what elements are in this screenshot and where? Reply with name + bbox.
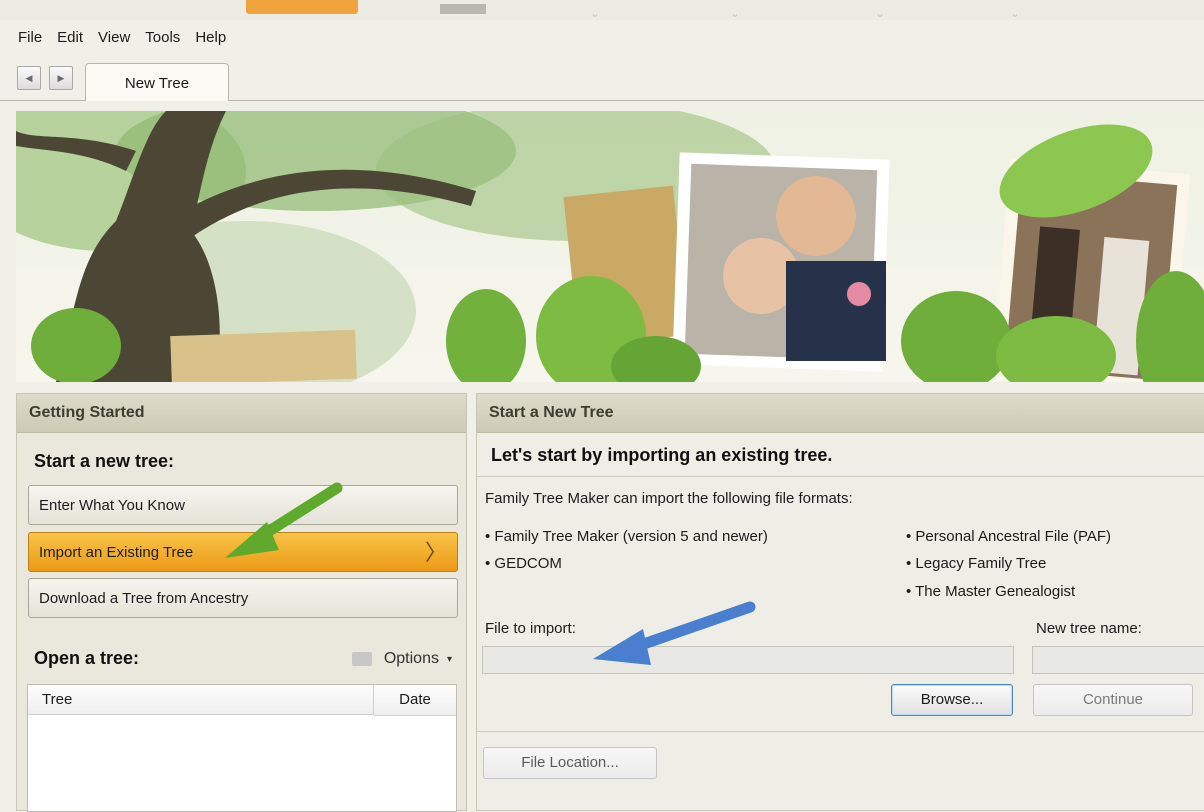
column-header-date[interactable]: Date <box>374 685 456 716</box>
format-item: • Legacy Family Tree <box>906 555 1047 572</box>
option-label: Import an Existing Tree <box>39 544 194 561</box>
tab-bar: ◀ ▶ New Tree <box>0 60 1204 101</box>
divider <box>477 731 1204 732</box>
title-strip: ⌄ ⌄ ⌄ ⌄ <box>0 0 1204 20</box>
menu-help[interactable]: Help <box>187 27 233 49</box>
import-lead-text: Let's start by importing an existing tre… <box>491 445 833 465</box>
tree-list-table: Tree Date <box>27 684 457 812</box>
getting-started-header: Getting Started <box>17 394 466 433</box>
forward-arrow-icon: ▶ <box>57 73 65 83</box>
formats-intro: Family Tree Maker can import the followi… <box>485 490 853 507</box>
format-item: • The Master Genealogist <box>906 583 1076 600</box>
options-menu[interactable]: Options ▾ <box>351 650 452 668</box>
open-tree-heading: Open a tree: <box>34 648 140 668</box>
continue-button[interactable]: Continue <box>1033 684 1193 716</box>
menu-edit[interactable]: Edit <box>49 27 90 49</box>
app-tab-orange[interactable] <box>246 0 358 14</box>
new-tree-name-input[interactable] <box>1032 646 1204 674</box>
enter-what-you-know-button[interactable]: Enter What You Know <box>28 485 458 525</box>
option-label: Download a Tree from Ancestry <box>39 590 249 607</box>
menu-tools[interactable]: Tools <box>137 27 187 49</box>
folder-icon <box>351 652 372 666</box>
download-tree-from-ancestry-button[interactable]: Download a Tree from Ancestry <box>28 578 458 618</box>
file-location-button[interactable]: File Location... <box>483 747 657 779</box>
format-item: • GEDCOM <box>485 555 562 572</box>
chevron-icon: ⌄ <box>590 6 601 20</box>
chevron-icon: ⌄ <box>875 6 886 20</box>
browse-button[interactable]: Browse... <box>891 684 1013 716</box>
dropdown-arrow-icon: ▾ <box>446 653 452 665</box>
back-arrow-icon: ◀ <box>25 73 33 83</box>
divider <box>477 476 1204 477</box>
hero-banner <box>16 111 1204 382</box>
start-new-tree-panel: Start a New Tree Let's start by importin… <box>476 393 1204 811</box>
chevron-right-icon: 〉 <box>424 540 447 565</box>
import-existing-tree-button[interactable]: Import an Existing Tree 〉 <box>28 532 458 572</box>
start-new-tree-header: Start a New Tree <box>477 394 1204 433</box>
hero-illustration <box>16 111 1204 382</box>
option-label: Enter What You Know <box>39 497 185 514</box>
chevron-icon: ⌄ <box>1010 6 1021 20</box>
back-button[interactable]: ◀ <box>17 66 41 90</box>
format-item: • Personal Ancestral File (PAF) <box>906 528 1112 545</box>
file-to-import-input[interactable] <box>482 646 1014 674</box>
new-tree-name-label: New tree name: <box>1036 620 1142 637</box>
menu-view[interactable]: View <box>90 27 137 49</box>
menu-file[interactable]: File <box>0 27 49 49</box>
column-header-tree[interactable]: Tree <box>28 685 374 715</box>
tab-new-tree[interactable]: New Tree <box>85 63 229 101</box>
getting-started-panel: Getting Started Start a new tree: Enter … <box>16 393 467 812</box>
app-tab-gray[interactable] <box>440 4 486 14</box>
forward-button[interactable]: ▶ <box>49 66 73 90</box>
chevron-icon: ⌄ <box>730 6 741 20</box>
file-to-import-label: File to import: <box>485 620 576 637</box>
menu-bar: File Edit View Tools Help <box>0 27 233 49</box>
format-item: • Family Tree Maker (version 5 and newer… <box>485 528 768 545</box>
options-label: Options <box>383 650 439 667</box>
start-new-tree-heading: Start a new tree: <box>34 451 175 471</box>
